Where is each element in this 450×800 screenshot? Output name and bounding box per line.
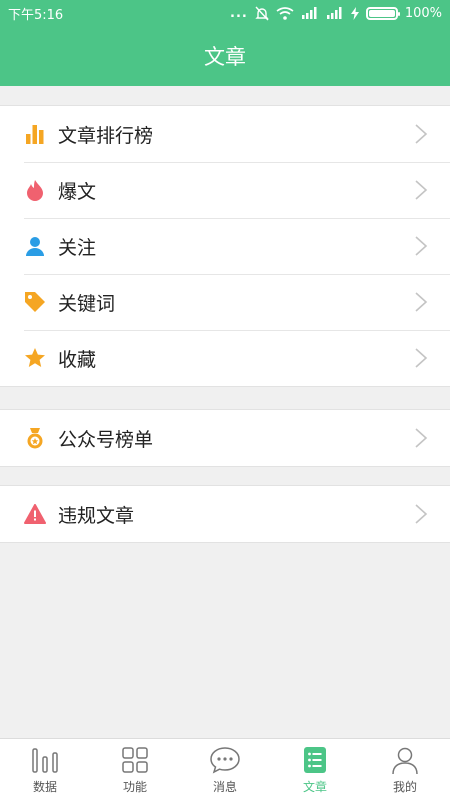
menu-item-label: 违规文章 — [58, 504, 135, 527]
tab-label: 我的 — [392, 780, 417, 794]
person-icon — [24, 235, 46, 257]
chevron-right-icon — [415, 504, 428, 524]
tab-functions[interactable]: 功能 — [90, 739, 180, 800]
mute-bell-icon — [255, 6, 269, 21]
signal-icon-2 — [326, 7, 344, 19]
status-time: 下午5:16 — [8, 7, 64, 23]
battery-level: 100% — [404, 5, 442, 21]
tag-icon — [24, 291, 46, 313]
chevron-right-icon — [415, 428, 428, 448]
menu-item-follow[interactable]: 关注 — [0, 218, 450, 274]
chevron-right-icon — [415, 348, 428, 368]
menu-group-violations: 违规文章 — [0, 485, 450, 543]
tab-label: 文章 — [302, 780, 327, 794]
chat-bubble-icon — [210, 747, 240, 774]
battery-icon — [365, 6, 400, 20]
menu-group-accounts: 公众号榜单 — [0, 409, 450, 467]
bottom-tab-bar: 数据 功能 消息 文章 我的 — [0, 738, 450, 800]
status-bar: 下午5:16 ... 100% — [0, 0, 450, 26]
tab-data[interactable]: 数据 — [0, 739, 90, 800]
grid-icon — [122, 747, 148, 773]
bar-chart-icon — [24, 123, 46, 145]
menu-item-label: 收藏 — [58, 348, 97, 371]
menu-item-ranking[interactable]: 文章排行榜 — [0, 106, 450, 162]
menu-item-label: 关注 — [58, 236, 97, 259]
tab-label: 消息 — [212, 780, 237, 794]
chevron-right-icon — [415, 124, 428, 144]
medal-icon — [24, 427, 46, 449]
star-icon — [24, 347, 46, 369]
menu-item-label: 关键词 — [58, 292, 116, 315]
menu-item-keywords[interactable]: 关键词 — [0, 274, 450, 330]
chevron-right-icon — [415, 236, 428, 256]
chevron-right-icon — [415, 292, 428, 312]
menu-item-violations[interactable]: 违规文章 — [0, 486, 450, 542]
menu-item-label: 爆文 — [58, 180, 97, 203]
data-bars-icon — [32, 748, 58, 773]
menu-group-main: 文章排行榜 爆文 关注 关键词 收藏 — [0, 105, 450, 387]
tab-messages[interactable]: 消息 — [180, 739, 270, 800]
charging-icon — [350, 6, 359, 20]
menu-item-label: 公众号榜单 — [58, 428, 154, 451]
tab-label: 数据 — [32, 780, 57, 794]
warning-icon — [24, 503, 46, 525]
status-dots: ... — [230, 5, 248, 21]
tab-label: 功能 — [122, 780, 147, 794]
page-title: 文章 — [204, 45, 246, 69]
header: 文章 — [0, 26, 450, 86]
menu-item-hot-articles[interactable]: 爆文 — [0, 162, 450, 218]
menu-item-account-ranking[interactable]: 公众号榜单 — [0, 410, 450, 466]
menu-item-label: 文章排行榜 — [58, 124, 154, 147]
article-list-icon — [304, 747, 326, 773]
chevron-right-icon — [415, 180, 428, 200]
tab-articles[interactable]: 文章 — [270, 739, 360, 800]
tab-profile[interactable]: 我的 — [360, 739, 450, 800]
status-icons: ... 100% — [230, 6, 442, 21]
wifi-icon — [276, 6, 294, 20]
flame-icon — [24, 179, 46, 201]
signal-icon-1 — [301, 7, 319, 19]
profile-icon — [392, 747, 418, 775]
menu-item-favorites[interactable]: 收藏 — [0, 330, 450, 386]
